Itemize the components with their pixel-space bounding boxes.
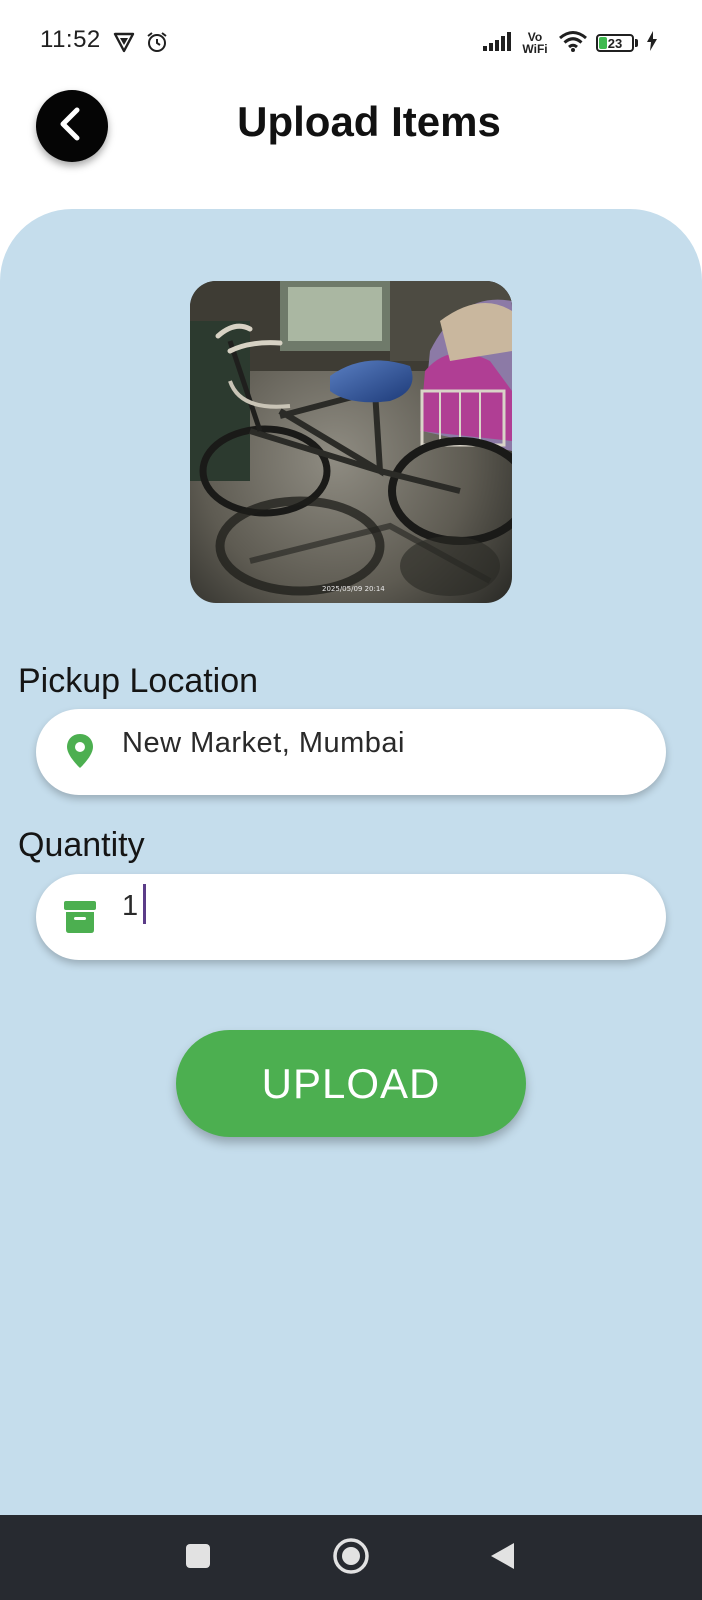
page-title: Upload Items xyxy=(237,98,501,145)
vowifi-indicator: Vo WiFi xyxy=(522,30,548,56)
home-button[interactable] xyxy=(330,1537,372,1579)
location-pin-icon xyxy=(60,731,100,771)
battery-body: 23 xyxy=(596,34,634,52)
triangle-back-icon xyxy=(488,1541,518,1576)
status-time: 11:52 xyxy=(40,26,101,53)
battery-fill xyxy=(599,37,607,49)
quantity-value: 1 xyxy=(122,890,139,922)
item-photo[interactable]: 2025/05/09 20:14 xyxy=(190,281,512,603)
quantity-label: Quantity xyxy=(18,826,145,864)
charging-icon xyxy=(646,30,658,56)
battery-percent: 23 xyxy=(607,35,623,51)
navigation-bar xyxy=(0,1515,702,1600)
vpn-icon xyxy=(112,30,136,54)
pickup-location-field[interactable]: New Market, Mumbai xyxy=(36,709,666,795)
alarm-icon xyxy=(145,30,169,54)
recents-button[interactable] xyxy=(177,1537,219,1579)
pickup-location-label: Pickup Location xyxy=(18,662,259,700)
upload-items-screen: 11:52 Vo WiFi 23 Upload Items 2025/05/09… xyxy=(0,0,702,1600)
upload-button[interactable]: UPLOAD xyxy=(176,1030,526,1137)
status-right: Vo WiFi 23 xyxy=(482,28,658,58)
square-icon xyxy=(184,1542,212,1575)
battery-nub xyxy=(635,39,638,47)
archive-box-icon xyxy=(60,896,100,936)
photo-timestamp: 2025/05/09 20:14 xyxy=(322,585,385,593)
home-circle-icon xyxy=(332,1537,370,1580)
signal-icon xyxy=(482,30,512,57)
bicycle-photo-image xyxy=(190,281,512,603)
quantity-value-wrap: 1 xyxy=(122,884,146,925)
text-caret xyxy=(142,884,146,925)
status-bar: 11:52 Vo WiFi 23 xyxy=(0,0,702,84)
wifi-icon xyxy=(558,29,588,58)
pickup-location-value: New Market, Mumbai xyxy=(122,727,405,759)
quantity-field[interactable]: 1 xyxy=(36,874,666,960)
system-back-button[interactable] xyxy=(482,1537,524,1579)
battery-icon: 23 xyxy=(596,34,638,52)
